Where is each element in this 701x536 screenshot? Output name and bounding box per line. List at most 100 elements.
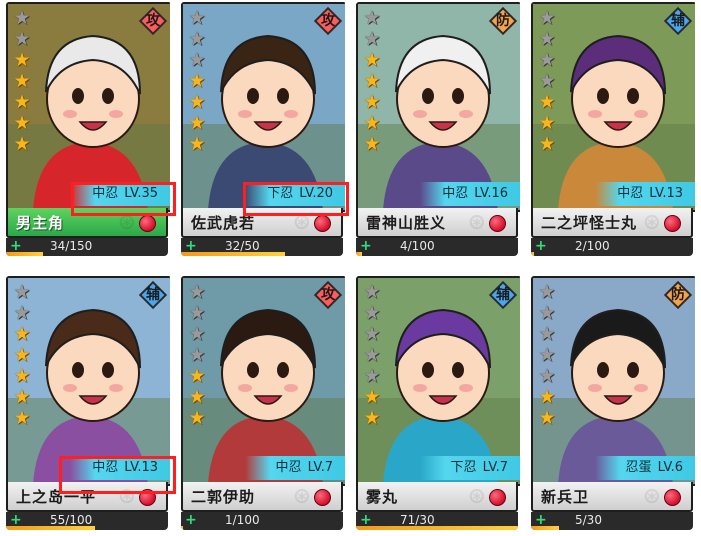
star-icon: ★ xyxy=(188,365,206,387)
star-rating: ★ ★ ★ ★ ★ ★ ★ xyxy=(536,282,558,429)
star-icon: ★ xyxy=(188,112,206,134)
star-icon: ★ xyxy=(538,133,556,155)
portrait-frame: ★ ★ ★ ★ ★ ★ ★ 攻 中忍 LV.35 xyxy=(6,2,170,212)
upgrade-plus-icon[interactable]: + xyxy=(360,238,372,254)
xp-fill xyxy=(356,526,518,530)
star-icon: ★ xyxy=(13,49,31,71)
portrait-frame: ★ ★ ★ ★ ★ ★ ★ 防 中忍 LV.16 xyxy=(356,2,520,212)
upgrade-plus-icon[interactable]: + xyxy=(10,238,22,254)
notification-dot-icon[interactable] xyxy=(664,489,681,506)
notification-dot-icon[interactable] xyxy=(664,215,681,232)
star-icon: ★ xyxy=(188,7,206,29)
character-card[interactable]: ★ ★ ★ ★ ★ ★ ★ 防 中忍 LV.16 ⊛ 雷神山胜义 +4/100 xyxy=(352,0,520,258)
star-icon: ★ xyxy=(13,91,31,113)
character-name: 二郭伊助 xyxy=(191,488,256,506)
role-badge: 辅 xyxy=(488,280,518,310)
star-icon: ★ xyxy=(13,323,31,345)
character-name: 二之坪怪士丸 xyxy=(541,214,638,232)
star-icon: ★ xyxy=(363,112,381,134)
xp-text: 34/150 xyxy=(50,239,93,253)
upgrade-plus-icon[interactable]: + xyxy=(10,512,22,528)
upgrade-plus-icon[interactable]: + xyxy=(535,512,547,528)
portrait-frame: ★ ★ ★ ★ ★ ★ ★ 辅 中忍 LV.13 xyxy=(6,276,170,486)
character-card[interactable]: ★ ★ ★ ★ ★ ★ ★ 防 忍蛋 LV.6 ⊛ 新兵卫 +5/30 xyxy=(527,274,695,532)
notification-dot-icon[interactable] xyxy=(139,215,156,232)
character-name: 男主角 xyxy=(16,214,65,232)
upgrade-plus-icon[interactable]: + xyxy=(185,512,197,528)
star-icon: ★ xyxy=(188,281,206,303)
star-icon: ★ xyxy=(363,70,381,92)
role-badge: 防 xyxy=(488,6,518,36)
character-card[interactable]: ★ ★ ★ ★ ★ ★ ★ 辅 下忍 LV.7 ⊛ 雾丸 +71/30 xyxy=(352,274,520,532)
star-icon: ★ xyxy=(188,344,206,366)
star-rating: ★ ★ ★ ★ ★ ★ ★ xyxy=(536,8,558,155)
rank-level-bar: 忍蛋 LV.6 xyxy=(595,456,695,480)
star-icon: ★ xyxy=(363,28,381,50)
star-rating: ★ ★ ★ ★ ★ ★ ★ xyxy=(361,8,383,155)
star-icon: ★ xyxy=(13,28,31,50)
star-icon: ★ xyxy=(363,386,381,408)
star-icon: ★ xyxy=(13,133,31,155)
portrait-frame: ★ ★ ★ ★ ★ ★ ★ 攻 下忍 LV.20 xyxy=(181,2,345,212)
role-badge: 攻 xyxy=(313,280,343,310)
rank-tier: 中忍 xyxy=(617,186,644,201)
highlight-box xyxy=(59,456,176,494)
star-icon: ★ xyxy=(538,323,556,345)
notification-dot-icon[interactable] xyxy=(314,489,331,506)
star-icon: ★ xyxy=(538,70,556,92)
star-icon: ★ xyxy=(188,91,206,113)
star-icon: ★ xyxy=(538,49,556,71)
star-icon: ★ xyxy=(538,365,556,387)
name-bar: ⊛ 二郭伊助 xyxy=(181,482,343,512)
character-card[interactable]: ★ ★ ★ ★ ★ ★ ★ 攻 下忍 LV.20 ⊛ 佐武虎若 +32/50 xyxy=(177,0,345,258)
notification-dot-icon[interactable] xyxy=(489,215,506,232)
xp-fill xyxy=(531,252,535,256)
star-icon: ★ xyxy=(188,386,206,408)
star-icon: ★ xyxy=(13,281,31,303)
role-badge: 辅 xyxy=(663,6,693,36)
star-rating: ★ ★ ★ ★ ★ ★ ★ xyxy=(11,8,33,155)
star-icon: ★ xyxy=(188,302,206,324)
character-name: 新兵卫 xyxy=(541,488,590,506)
highlight-box xyxy=(71,182,176,216)
notification-dot-icon[interactable] xyxy=(489,489,506,506)
xp-fill xyxy=(181,526,183,530)
upgrade-plus-icon[interactable]: + xyxy=(185,238,197,254)
star-icon: ★ xyxy=(188,407,206,429)
upgrade-plus-icon[interactable]: + xyxy=(360,512,372,528)
star-rating: ★ ★ ★ ★ ★ ★ ★ xyxy=(186,8,208,155)
name-bar: ⊛ 雾丸 xyxy=(356,482,518,512)
role-badge: 攻 xyxy=(313,6,343,36)
role-badge: 攻 xyxy=(138,6,168,36)
star-icon: ★ xyxy=(188,323,206,345)
xp-bar: +71/30 xyxy=(356,512,518,530)
star-icon: ★ xyxy=(188,28,206,50)
portrait-frame: ★ ★ ★ ★ ★ ★ ★ 防 忍蛋 LV.6 xyxy=(531,276,695,486)
role-badge: 防 xyxy=(663,280,693,310)
star-icon: ★ xyxy=(13,386,31,408)
xp-text: 4/100 xyxy=(400,239,435,253)
star-rating: ★ ★ ★ ★ ★ ★ ★ xyxy=(186,282,208,429)
star-icon: ★ xyxy=(188,133,206,155)
star-icon: ★ xyxy=(538,91,556,113)
star-icon: ★ xyxy=(188,49,206,71)
name-bar: ⊛ 二之坪怪士丸 xyxy=(531,208,693,238)
xp-bar: +4/100 xyxy=(356,238,518,256)
star-rating: ★ ★ ★ ★ ★ ★ ★ xyxy=(361,282,383,429)
character-card[interactable]: ★ ★ ★ ★ ★ ★ ★ 攻 中忍 LV.7 ⊛ 二郭伊助 +1/100 xyxy=(177,274,345,532)
character-card[interactable]: ★ ★ ★ ★ ★ ★ ★ 辅 中忍 LV.13 ⊛ 二之坪怪士丸 +2/100 xyxy=(527,0,695,258)
star-icon: ★ xyxy=(13,344,31,366)
emblem-icon: ⊛ xyxy=(467,484,486,509)
name-bar: ⊛ 雷神山胜义 xyxy=(356,208,518,238)
upgrade-plus-icon[interactable]: + xyxy=(535,238,547,254)
star-icon: ★ xyxy=(363,7,381,29)
portrait-frame: ★ ★ ★ ★ ★ ★ ★ 辅 中忍 LV.13 xyxy=(531,2,695,212)
xp-text: 2/100 xyxy=(575,239,610,253)
rank-tier: 下忍 xyxy=(450,460,477,475)
star-icon: ★ xyxy=(363,407,381,429)
character-card[interactable]: ★ ★ ★ ★ ★ ★ ★ 攻 中忍 LV.35 ⊛ 男主角 +34/150 xyxy=(2,0,170,258)
rank-level-bar: 中忍 LV.7 xyxy=(245,456,345,480)
star-icon: ★ xyxy=(538,407,556,429)
notification-dot-icon[interactable] xyxy=(314,215,331,232)
rank-level-bar: 下忍 LV.7 xyxy=(420,456,520,480)
